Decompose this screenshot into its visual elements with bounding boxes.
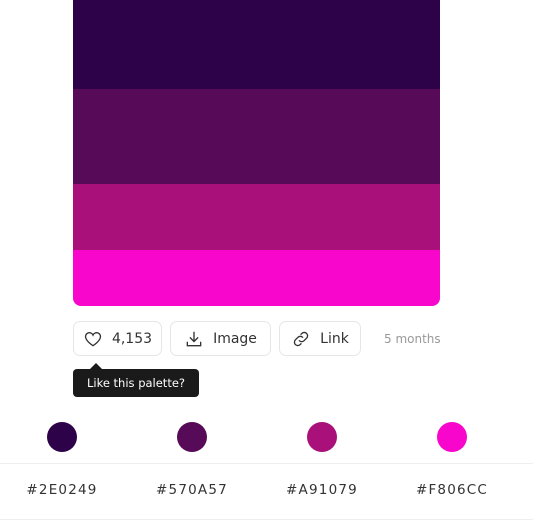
download-icon xyxy=(186,331,202,346)
link-icon xyxy=(293,331,309,346)
swatch-1[interactable] xyxy=(73,0,440,89)
palette-preview[interactable] xyxy=(73,0,440,306)
time-ago: 5 months xyxy=(384,332,441,346)
color-dot-2[interactable] xyxy=(177,422,207,452)
like-count: 4,153 xyxy=(111,330,153,347)
image-label: Image xyxy=(213,330,257,347)
hex-codes-row: #2E0249 #570A57 #A91079 #F806CC xyxy=(0,463,533,520)
color-dot-4[interactable] xyxy=(437,422,467,452)
color-dot-3[interactable] xyxy=(307,422,337,452)
link-label: Link xyxy=(320,330,349,347)
like-button[interactable]: 4,153 xyxy=(73,321,162,356)
hex-code-4[interactable]: #F806CC xyxy=(392,482,512,498)
hex-code-3[interactable]: #A91079 xyxy=(262,482,382,498)
copy-link-button[interactable]: Link xyxy=(279,321,361,356)
color-dots xyxy=(0,422,533,454)
heart-icon xyxy=(84,331,102,346)
hex-code-1[interactable]: #2E0249 xyxy=(2,482,122,498)
color-dot-1[interactable] xyxy=(47,422,77,452)
hex-code-2[interactable]: #570A57 xyxy=(132,482,252,498)
swatch-3[interactable] xyxy=(73,184,440,250)
swatch-2[interactable] xyxy=(73,89,440,184)
like-tooltip: Like this palette? xyxy=(73,363,199,397)
download-image-button[interactable]: Image xyxy=(170,321,271,356)
swatch-4[interactable] xyxy=(73,250,440,306)
